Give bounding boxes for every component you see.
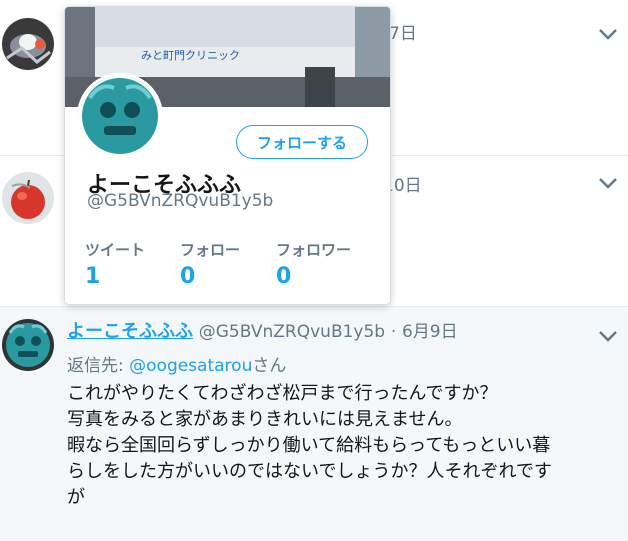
chevron-down-icon[interactable] — [598, 176, 618, 190]
user-handle[interactable]: @G5BVnZRQvuB1y5b — [199, 322, 385, 342]
tweet-text-line: らしをした方がいいのではないでしょうか？人それぞれです — [67, 461, 552, 482]
stat-label: ツイート — [85, 241, 146, 259]
reply-prefix: 返信先: — [67, 356, 130, 376]
tweet-date[interactable]: 6月9日 — [402, 322, 458, 342]
tweet-text-line: が — [67, 487, 85, 508]
tweet-header: よーこそふふふ @G5BVnZRQvuB1y5b · 6月9日 — [67, 321, 458, 343]
card-user-handle[interactable]: @G5BVnZRQvuB1y5b — [87, 191, 273, 211]
stat-label: フォロワー — [276, 241, 352, 259]
stat-value: 1 — [85, 264, 101, 289]
stat-value: 0 — [276, 264, 292, 289]
banner-sign-text: みと町門クリニック — [141, 49, 240, 62]
tweet-text-line: 写真をみると家があまりきれいには見えません。 — [67, 409, 463, 430]
chevron-down-icon[interactable] — [598, 27, 618, 41]
stat-tweets[interactable]: ツイート 1 — [85, 239, 145, 289]
avatar[interactable] — [2, 319, 54, 371]
chevron-down-icon[interactable] — [598, 329, 618, 343]
tweet-text: これがやりたくてわざわざ松戸まで行ったんですか？ 写真をみると家があまりきれいに… — [67, 381, 617, 511]
display-name-link[interactable]: よーこそふふふ — [67, 321, 193, 342]
avatar[interactable] — [2, 172, 54, 224]
stat-value: 0 — [180, 264, 196, 289]
avatar[interactable] — [77, 73, 163, 159]
tweet-text-line: 暇なら全国回らずしっかり働いて給料もらってもっといい暮 — [67, 435, 551, 456]
tweet-date[interactable]: 7日 — [389, 19, 417, 44]
separator: · — [390, 322, 397, 342]
reply-to: 返信先: @oogesatarouさん — [67, 351, 286, 376]
stat-label: フォロー — [180, 241, 241, 259]
stat-followers[interactable]: フォロワー 0 — [276, 239, 351, 289]
reply-suffix: さん — [252, 356, 287, 376]
reply-mention-link[interactable]: @oogesatarou — [129, 356, 252, 376]
profile-hover-card: みと町門クリニック フォローする よーこそふふふ @G5BVnZRQvuB1y5… — [64, 6, 391, 305]
follow-button[interactable]: フォローする — [236, 125, 368, 159]
tweet-item[interactable]: よーこそふふふ @G5BVnZRQvuB1y5b · 6月9日 返信先: @oo… — [0, 307, 628, 541]
avatar[interactable] — [2, 18, 54, 70]
tweet-text-line: これがやりたくてわざわざ松戸まで行ったんですか？ — [67, 383, 498, 404]
stat-following[interactable]: フォロー 0 — [180, 239, 240, 289]
